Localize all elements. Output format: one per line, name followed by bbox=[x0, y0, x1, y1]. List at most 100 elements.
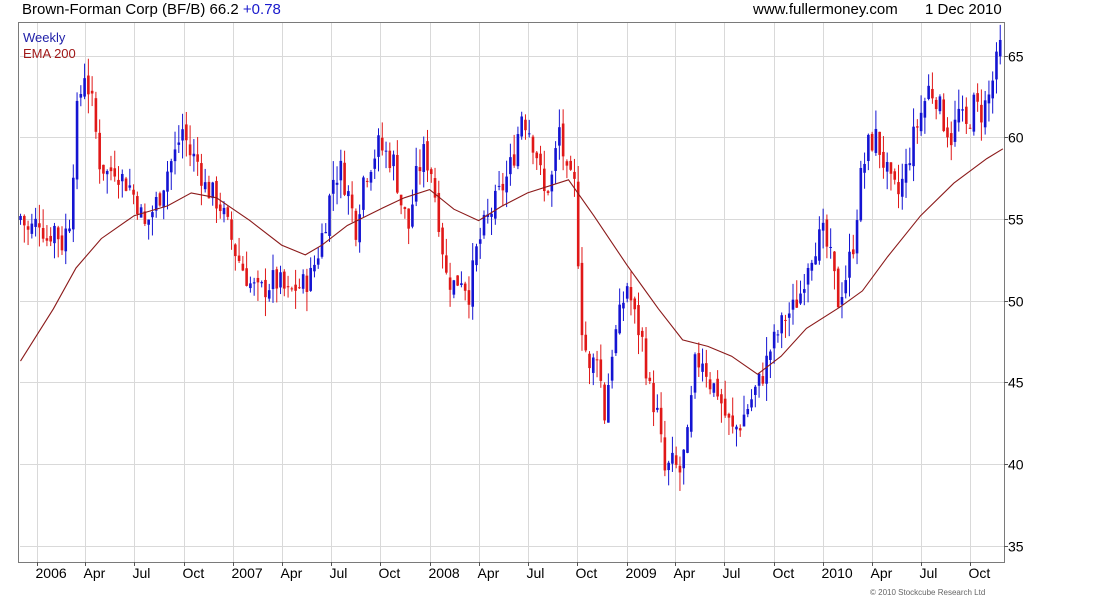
candle-body bbox=[735, 426, 738, 430]
candle-body bbox=[117, 179, 120, 185]
candle-body bbox=[848, 251, 851, 278]
candle-body bbox=[377, 135, 380, 157]
candle-body bbox=[656, 407, 659, 410]
y-tick-label: 50 bbox=[1008, 294, 1024, 310]
candle-body bbox=[388, 150, 392, 169]
candle-body bbox=[558, 127, 561, 146]
candle-body bbox=[983, 100, 987, 128]
candle-body bbox=[836, 268, 840, 308]
candle-body bbox=[591, 357, 595, 373]
candle-body bbox=[275, 269, 279, 289]
candle-body bbox=[524, 119, 527, 131]
candle-body bbox=[19, 215, 22, 221]
legend-entry: EMA 200 bbox=[23, 46, 76, 61]
candle-body bbox=[128, 185, 132, 188]
candle-body bbox=[573, 171, 576, 179]
candle-body bbox=[113, 168, 117, 177]
candle-body bbox=[252, 282, 256, 284]
candle-body bbox=[701, 363, 704, 372]
candle-body bbox=[505, 176, 508, 193]
candle-body bbox=[882, 151, 885, 168]
candle-body bbox=[120, 173, 124, 182]
candle-body bbox=[494, 190, 497, 219]
candle-body bbox=[30, 223, 34, 234]
x-tick-label: 2010 bbox=[822, 565, 853, 581]
candle-body bbox=[181, 129, 184, 141]
candle-body bbox=[927, 85, 930, 100]
candle-body bbox=[539, 153, 542, 166]
candle-body bbox=[324, 232, 328, 234]
candle-body bbox=[934, 99, 938, 110]
candle-body bbox=[158, 193, 162, 206]
x-tick-label: Jul bbox=[723, 565, 741, 581]
copyright-notice: © 2010 Stockcube Research Ltd bbox=[870, 588, 986, 597]
candle-body bbox=[249, 283, 252, 289]
candle-body bbox=[671, 452, 674, 464]
candle-body bbox=[192, 153, 196, 157]
candle-body bbox=[475, 246, 478, 266]
candle-body bbox=[34, 218, 37, 227]
candle-body bbox=[859, 167, 863, 221]
candle-body bbox=[23, 215, 26, 226]
candle-body bbox=[75, 100, 79, 180]
candle-body bbox=[373, 158, 377, 169]
candle-body bbox=[614, 329, 618, 354]
candle-body bbox=[211, 182, 215, 199]
candle-body bbox=[787, 313, 791, 318]
candle-body bbox=[810, 262, 814, 271]
candle-body bbox=[403, 207, 407, 210]
candle-body bbox=[298, 287, 301, 289]
candle-body bbox=[908, 163, 912, 166]
candle-body bbox=[426, 141, 429, 171]
candle-body bbox=[833, 251, 836, 272]
candle-body bbox=[136, 196, 139, 215]
x-tick-label: Oct bbox=[576, 565, 598, 581]
candle-body bbox=[599, 359, 603, 381]
candle-body bbox=[490, 213, 493, 217]
candle-body bbox=[825, 219, 829, 247]
candle-body bbox=[60, 235, 64, 251]
candle-body bbox=[550, 174, 554, 192]
x-tick-label: Apr bbox=[281, 565, 303, 581]
candle-body bbox=[105, 171, 109, 175]
candle-body bbox=[185, 124, 188, 141]
price-chart: 35 40 45 50 55 60 65 2006 Apr Jul Oct 2007 Apr Jul Oc… bbox=[18, 22, 1024, 581]
candle-body bbox=[870, 133, 874, 151]
candle-body bbox=[516, 134, 520, 167]
candle-body bbox=[769, 351, 772, 360]
candle-body bbox=[256, 277, 260, 283]
candle-body bbox=[625, 286, 629, 299]
candle-body bbox=[339, 160, 343, 181]
candle-body bbox=[980, 104, 983, 123]
candle-body bbox=[38, 223, 41, 228]
candle-body bbox=[799, 293, 802, 304]
y-axis: 35 40 45 50 55 60 65 bbox=[1004, 49, 1024, 555]
candle-body bbox=[648, 377, 652, 382]
candle-body bbox=[520, 116, 523, 137]
candle-body bbox=[64, 228, 68, 252]
candle-body bbox=[226, 207, 230, 217]
candle-body bbox=[173, 149, 177, 162]
candle-body bbox=[151, 212, 154, 218]
candle-body bbox=[535, 152, 539, 159]
candle-body bbox=[637, 305, 640, 336]
candle-body bbox=[407, 208, 410, 229]
candle-body bbox=[644, 338, 648, 379]
candle-body bbox=[283, 271, 286, 289]
candle-body bbox=[569, 160, 572, 170]
candle-body bbox=[965, 106, 968, 124]
y-tick-label: 45 bbox=[1008, 375, 1024, 391]
candle-body bbox=[380, 137, 384, 151]
candle-body bbox=[177, 142, 181, 145]
y-tick-label: 55 bbox=[1008, 212, 1024, 228]
x-tick-label: Jul bbox=[133, 565, 151, 581]
candle-body bbox=[897, 182, 900, 195]
candle-body bbox=[863, 163, 866, 173]
candle-body bbox=[991, 80, 994, 99]
candle-body bbox=[674, 455, 678, 465]
candle-body bbox=[313, 264, 316, 272]
candle-body bbox=[328, 195, 331, 236]
candle-body bbox=[429, 169, 433, 175]
candle-body bbox=[919, 112, 923, 132]
candle-body bbox=[663, 437, 667, 471]
